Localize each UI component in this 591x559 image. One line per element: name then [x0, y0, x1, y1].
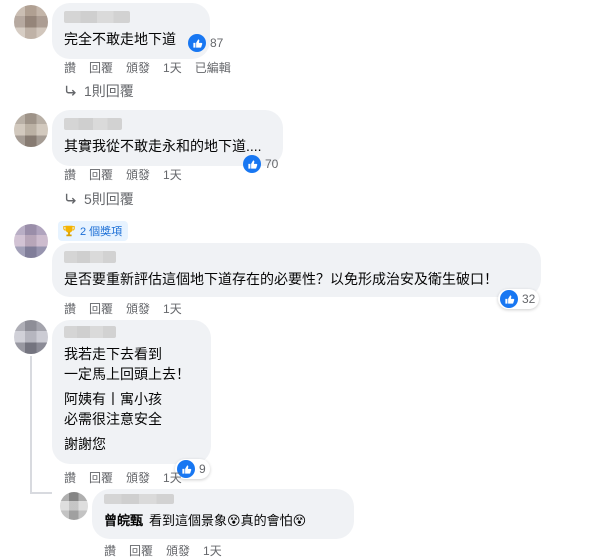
reaction-count[interactable]: 32: [498, 289, 540, 309]
avatar[interactable]: [14, 320, 48, 354]
comment-actions: 讚 回覆 頒發 1天: [64, 166, 182, 183]
timestamp[interactable]: 1天: [163, 166, 182, 183]
reply-bubble: 曾皖甄 看到這個景象😵真的會怕😵: [92, 489, 354, 539]
like-icon: [188, 34, 206, 52]
author-name-blurred[interactable]: [64, 326, 116, 338]
thread-line: [30, 356, 32, 494]
view-replies-link[interactable]: 5則回覆: [64, 189, 134, 209]
like-button[interactable]: 讚: [64, 166, 76, 183]
reply-button[interactable]: 回覆: [89, 300, 113, 317]
reply-button[interactable]: 回覆: [89, 59, 113, 76]
like-icon: [500, 290, 518, 308]
comment-bubble: 完全不敢走地下道: [52, 3, 210, 59]
avatar[interactable]: [14, 5, 48, 39]
reaction-count[interactable]: 87: [188, 34, 223, 52]
comment-text: 是否要重新評估這個地下道存在的必要性？以免形成治安及衛生破口！: [64, 271, 498, 287]
thread-line: [30, 492, 52, 494]
avatar[interactable]: [14, 224, 48, 258]
author-name-blurred[interactable]: [104, 494, 174, 504]
awards-count: 2 個獎項: [80, 226, 123, 238]
comment-actions: 讚 回覆 頒發 1天 已編輯: [64, 59, 231, 76]
reaction-count-text: 87: [210, 36, 224, 50]
reaction-count-text: 9: [199, 462, 206, 476]
awards-badge[interactable]: 2 個獎項: [58, 221, 129, 241]
comment-line: 謝謝您: [64, 436, 106, 452]
view-replies-link[interactable]: 1則回覆: [64, 81, 134, 101]
comment-text: 完全不敢走地下道: [64, 31, 176, 47]
comment-line: 我若走下去看到: [64, 346, 162, 362]
reply-actions: 讚 回覆 頒發 1天: [104, 542, 222, 559]
like-button[interactable]: 讚: [64, 300, 76, 317]
award-button[interactable]: 頒發: [126, 166, 150, 183]
reply-button[interactable]: 回覆: [89, 166, 113, 183]
author-name-blurred[interactable]: [64, 11, 130, 23]
like-icon: [243, 155, 261, 173]
comment-actions: 讚 回覆 頒發 1天: [64, 300, 182, 317]
comment-bubble: 我若走下去看到 一定馬上回頭上去！ 阿姨有丨寓小孩 必需很注意安全 謝謝您: [52, 320, 211, 464]
timestamp[interactable]: 1天: [163, 59, 182, 76]
comment-line: 一定馬上回頭上去！: [64, 366, 190, 382]
comment-text: 其實我從不敢走永和的地下道....: [64, 138, 262, 154]
edited-label[interactable]: 已編輯: [195, 59, 231, 76]
timestamp[interactable]: 1天: [163, 469, 182, 486]
replies-count-label: 5則回覆: [84, 191, 134, 207]
comment-bubble: 是否要重新評估這個地下道存在的必要性？以免形成治安及衛生破口！: [52, 243, 541, 297]
reply-arrow-icon: [65, 85, 76, 96]
reply-button[interactable]: 回覆: [89, 469, 113, 486]
timestamp[interactable]: 1天: [163, 300, 182, 317]
reply-text: 看到這個景象😵真的會怕😵: [149, 513, 307, 528]
author-name-blurred[interactable]: [64, 251, 116, 263]
reply-arrow-icon: [65, 193, 76, 204]
like-button[interactable]: 讚: [64, 469, 76, 486]
comment-line: 必需很注意安全: [64, 411, 162, 427]
reaction-count-text: 32: [522, 292, 536, 306]
like-button[interactable]: 讚: [104, 542, 116, 559]
award-button[interactable]: 頒發: [126, 300, 150, 317]
reaction-count-text: 70: [265, 157, 279, 171]
timestamp[interactable]: 1天: [203, 542, 222, 559]
award-button[interactable]: 頒發: [166, 542, 190, 559]
like-button[interactable]: 讚: [64, 59, 76, 76]
reaction-count[interactable]: 70: [243, 155, 278, 173]
avatar[interactable]: [60, 492, 88, 520]
comment-actions: 讚 回覆 頒發 1天: [64, 469, 182, 486]
reply-author-name[interactable]: 曾皖甄: [104, 510, 143, 529]
trophy-icon: [63, 225, 75, 237]
reply-button[interactable]: 回覆: [129, 542, 153, 559]
award-button[interactable]: 頒發: [126, 469, 150, 486]
award-button[interactable]: 頒發: [126, 59, 150, 76]
comment-line: 阿姨有丨寓小孩: [64, 391, 162, 407]
author-name-blurred[interactable]: [64, 118, 122, 130]
avatar[interactable]: [14, 113, 48, 147]
replies-count-label: 1則回覆: [84, 83, 134, 99]
